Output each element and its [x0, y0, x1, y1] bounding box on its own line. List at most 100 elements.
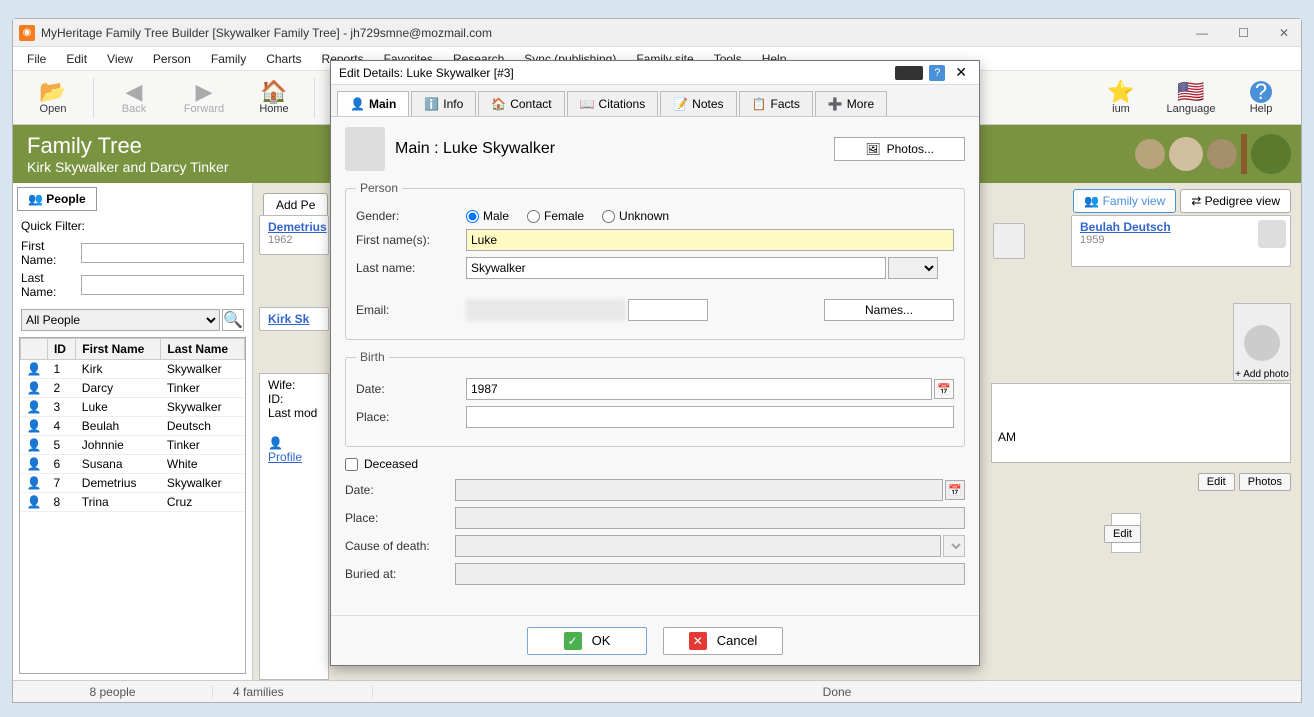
dialog-title: Edit Details: Luke Skywalker [#3] — [339, 66, 514, 80]
info-icon: ℹ️ — [424, 97, 439, 111]
tree-card-placeholder[interactable] — [993, 223, 1025, 259]
buried-label: Buried at: — [345, 567, 455, 581]
table-row[interactable]: 👤4BeulahDeutsch — [21, 417, 245, 436]
col-first[interactable]: First Name — [76, 339, 161, 360]
tab-info[interactable]: ℹ️Info — [411, 91, 476, 116]
menu-edit[interactable]: Edit — [56, 50, 97, 68]
gender-female-radio[interactable]: Female — [527, 209, 584, 223]
birth-place-input[interactable] — [466, 406, 954, 428]
birth-fieldset: Birth Date: 📅 Place: — [345, 350, 965, 447]
last-name-suffix-select[interactable] — [888, 257, 938, 279]
tab-citations[interactable]: 📖Citations — [567, 91, 659, 116]
left-panel: People Quick Filter: First Name: Last Na… — [13, 183, 253, 680]
tab-contact[interactable]: 🏠Contact — [478, 91, 564, 116]
table-row[interactable]: 👤8TrinaCruz — [21, 493, 245, 512]
gender-male-radio[interactable]: Male — [466, 209, 509, 223]
table-row[interactable]: 👤1KirkSkywalker — [21, 360, 245, 379]
toolbar-open[interactable]: 📂Open — [19, 73, 87, 123]
avatar-icon — [1258, 220, 1286, 248]
last-name-input[interactable] — [466, 257, 886, 279]
banner-title: Family Tree — [27, 133, 229, 159]
photos-button[interactable]: Photos — [1239, 473, 1291, 491]
tab-notes[interactable]: 📝Notes — [660, 91, 736, 116]
edit-button-2[interactable]: Edit — [1104, 525, 1141, 543]
add-person-button[interactable]: Add Pe — [263, 193, 328, 217]
email-input[interactable] — [628, 299, 708, 321]
first-name-input[interactable] — [466, 229, 954, 251]
toolbar-back[interactable]: ◀Back — [100, 73, 168, 123]
tab-main[interactable]: 👤Main — [337, 91, 409, 116]
star-icon: ⭐ — [1107, 81, 1134, 103]
table-row[interactable]: 👤6SusanaWhite — [21, 455, 245, 474]
table-row[interactable]: 👤3LukeSkywalker — [21, 398, 245, 417]
keyboard-icon[interactable] — [895, 66, 923, 80]
person-fieldset: Person Gender: Male Female Unknown First… — [345, 181, 965, 340]
menu-file[interactable]: File — [17, 50, 56, 68]
deceased-checkbox[interactable] — [345, 458, 358, 471]
tab-facts[interactable]: 📋Facts — [739, 91, 813, 116]
toolbar-help[interactable]: ?Help — [1227, 73, 1295, 123]
table-row[interactable]: 👤7DemetriusSkywalker — [21, 474, 245, 493]
last-name-filter-input[interactable] — [81, 275, 244, 295]
maximize-button[interactable]: ☐ — [1232, 24, 1255, 42]
gender-label: Gender: — [356, 209, 466, 223]
ok-button[interactable]: ✓OK — [527, 627, 647, 655]
close-button[interactable]: ✕ — [1273, 24, 1295, 42]
tree-card-demetrius[interactable]: Demetrius 1962 — [259, 215, 329, 255]
pedigree-view-button[interactable]: ⇄ Pedigree view — [1180, 189, 1291, 213]
people-tab[interactable]: People — [17, 187, 97, 211]
names-button[interactable]: Names... — [824, 299, 954, 321]
toolbar-language[interactable]: 🇺🇸Language — [1157, 73, 1225, 123]
dialog-close-button[interactable]: ✕ — [951, 64, 971, 81]
menu-view[interactable]: View — [97, 50, 143, 68]
last-name-field-label: Last name: — [356, 261, 466, 275]
family-view-button[interactable]: 👥 Family view — [1073, 189, 1176, 213]
death-date-input — [455, 479, 943, 501]
first-name-filter-input[interactable] — [81, 243, 244, 263]
death-date-label: Date: — [345, 483, 455, 497]
status-done: Done — [373, 685, 1301, 699]
calendar-icon[interactable]: 📅 — [934, 379, 954, 399]
notes-icon: 📝 — [673, 97, 688, 111]
toolbar-forward[interactable]: ▶Forward — [170, 73, 238, 123]
email-field-label: Email: — [356, 303, 466, 317]
menu-charts[interactable]: Charts — [256, 50, 311, 68]
col-last[interactable]: Last Name — [161, 339, 245, 360]
menu-family[interactable]: Family — [201, 50, 256, 68]
toolbar-home[interactable]: 🏠Home — [240, 73, 308, 123]
cancel-button[interactable]: ✕Cancel — [663, 627, 783, 655]
col-id[interactable]: ID — [47, 339, 75, 360]
profile-link[interactable]: Profile — [268, 450, 302, 464]
photos-dropdown-button[interactable]: 🖼Photos... — [834, 137, 965, 161]
menu-person[interactable]: Person — [143, 50, 201, 68]
photo-icon: 🖼 — [865, 142, 880, 156]
table-row[interactable]: 👤2DarcyTinker — [21, 379, 245, 398]
tree-card-beulah[interactable]: Beulah Deutsch 1959 — [1071, 215, 1291, 267]
window-title: MyHeritage Family Tree Builder [Skywalke… — [41, 26, 492, 40]
toolbar-premium[interactable]: ⭐ium — [1087, 73, 1155, 123]
table-row[interactable]: 👤5JohnnieTinker — [21, 436, 245, 455]
plus-icon: ➕ — [828, 97, 843, 111]
person-legend: Person — [356, 181, 402, 195]
family-illustration-icon — [1135, 125, 1291, 183]
col-icon[interactable] — [21, 339, 48, 360]
titlebar: ◉ MyHeritage Family Tree Builder [Skywal… — [13, 19, 1301, 47]
all-people-select[interactable]: All People — [21, 309, 220, 331]
search-icon[interactable]: 🔍 — [222, 309, 244, 331]
folder-icon: 📂 — [39, 81, 66, 103]
statusbar: 8 people 4 families Done — [13, 680, 1301, 702]
edit-button[interactable]: Edit — [1198, 473, 1235, 491]
cause-label: Cause of death: — [345, 539, 455, 553]
tab-more[interactable]: ➕More — [815, 91, 887, 116]
dialog-help-icon[interactable]: ? — [929, 65, 945, 81]
tree-card-kirk[interactable]: Kirk Sk — [259, 307, 329, 331]
gender-unknown-radio[interactable]: Unknown — [602, 209, 669, 223]
birth-legend: Birth — [356, 350, 389, 364]
add-photo-box[interactable]: + Add photo — [1233, 303, 1291, 381]
death-place-label: Place: — [345, 511, 455, 525]
minimize-button[interactable]: — — [1190, 24, 1214, 42]
dialog-header-title: Main : Luke Skywalker — [395, 140, 555, 158]
calendar-icon-2: 📅 — [945, 480, 965, 500]
birth-date-input[interactable] — [466, 378, 932, 400]
help-icon: ? — [1250, 81, 1272, 103]
